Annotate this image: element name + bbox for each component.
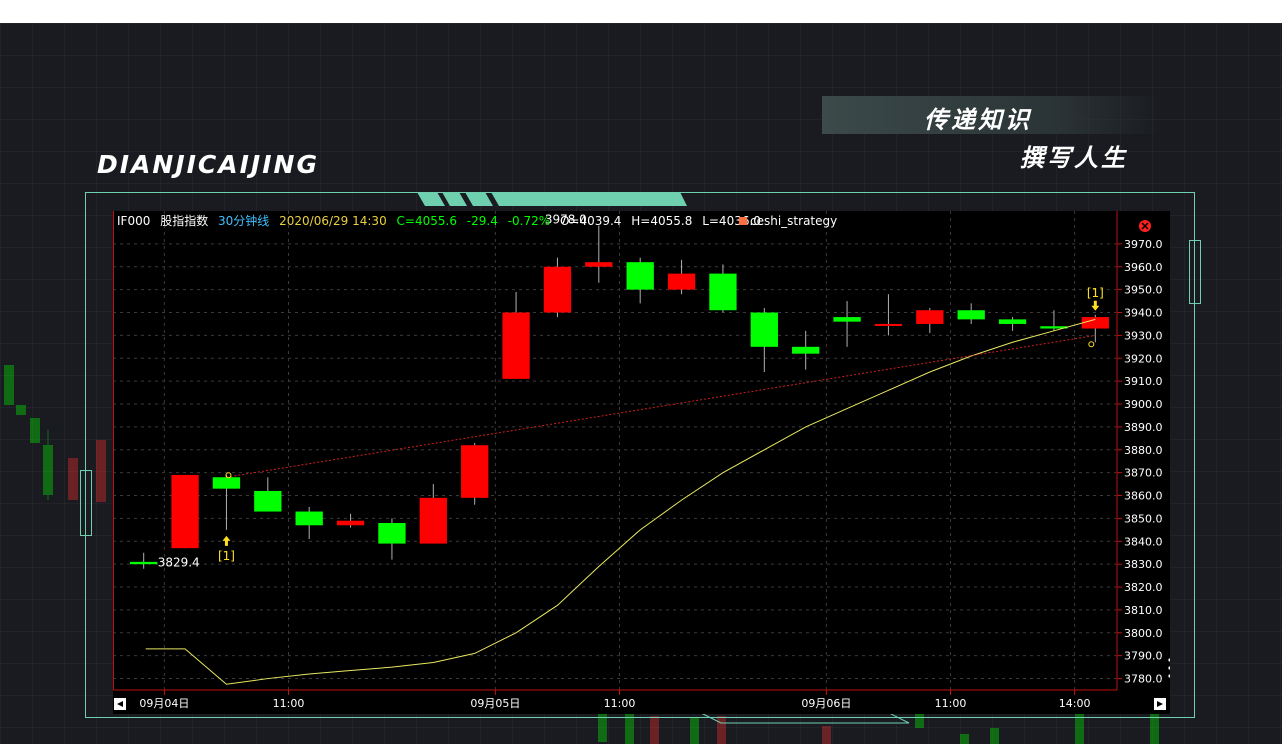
left-frame-handle <box>80 470 92 536</box>
x-tick-label: 14:00 <box>1059 697 1091 710</box>
y-tick-label: 3790.0 <box>1124 650 1163 663</box>
y-tick-label: 3890.0 <box>1124 421 1163 434</box>
candle-body <box>750 312 778 347</box>
y-tick-label: 3780.0 <box>1124 673 1163 686</box>
price-annotation: 3829.4 <box>158 556 200 570</box>
header-open: O=4039.4 <box>560 214 622 228</box>
strategy-legend-swatch <box>739 217 747 225</box>
y-tick-label: 3900.0 <box>1124 398 1163 411</box>
scroll-left-button[interactable] <box>114 698 126 710</box>
candle-body <box>998 319 1027 324</box>
candle-body <box>254 490 282 512</box>
header-name: 股指指数 <box>160 213 208 228</box>
x-tick-label: 09月06日 <box>801 697 851 710</box>
y-tick-label: 3920.0 <box>1124 352 1163 365</box>
frame-tab-stripes <box>417 192 687 206</box>
y-tick-label: 3970.0 <box>1124 238 1163 251</box>
y-tick-label: 3810.0 <box>1124 604 1163 617</box>
y-tick-label: 3870.0 <box>1124 467 1163 480</box>
candle-body <box>833 317 861 322</box>
y-tick-label: 3830.0 <box>1124 558 1163 571</box>
close-chart-icon[interactable] <box>1139 220 1151 232</box>
candle-body <box>874 323 903 326</box>
candle-body <box>792 346 820 354</box>
candle-body <box>585 262 613 267</box>
candle-body <box>295 511 323 526</box>
y-tick-label: 3820.0 <box>1124 581 1163 594</box>
candle-body <box>543 266 572 313</box>
header-symbol: IF000 <box>117 214 150 228</box>
y-tick-label: 3950.0 <box>1124 284 1163 297</box>
y-tick-label: 3940.0 <box>1124 307 1163 320</box>
candle-body <box>171 474 199 549</box>
x-tick-label: 11:00 <box>935 697 967 710</box>
header-change-pct: -0.72% <box>508 214 550 228</box>
right-frame-handle <box>1189 240 1201 304</box>
header-close: C=4055.6 <box>397 214 457 228</box>
candlestick-chart: 3780.0 3790.0 3800.0 3810.0 3820.0 3830.0 3840… <box>113 211 1170 714</box>
candle-body <box>957 310 985 320</box>
y-tick-label: 3930.0 <box>1124 329 1163 342</box>
header-datetime: 2020/06/29 14:30 <box>279 214 387 228</box>
candle-body <box>336 520 365 526</box>
y-tick-label: 3860.0 <box>1124 490 1163 503</box>
candle-body <box>502 312 530 379</box>
buy-signal-label: [1] <box>218 549 235 563</box>
sell-signal-label: [1] <box>1087 286 1104 300</box>
y-tick-label: 3840.0 <box>1124 535 1163 548</box>
slogan-line-1: 传递知识 <box>924 106 1032 134</box>
header-change: -29.4 <box>467 214 498 228</box>
y-tick-label: 3880.0 <box>1124 444 1163 457</box>
y-tick-label: 3960.0 <box>1124 261 1163 274</box>
brand-title: DIANJICAIJING <box>97 150 319 179</box>
y-tick-label: 3910.0 <box>1124 375 1163 388</box>
candle-body <box>1081 317 1109 329</box>
candle-body <box>709 273 737 311</box>
candle-body <box>212 477 241 489</box>
slogan-line-2: 撰写人生 <box>1020 144 1128 172</box>
x-tick-label: 11:00 <box>273 697 305 710</box>
x-tick-label: 09月05日 <box>470 697 520 710</box>
candle-body <box>130 561 158 565</box>
y-tick-label: 3800.0 <box>1124 627 1163 640</box>
candle-body <box>626 262 654 290</box>
candle-body <box>667 273 696 290</box>
header-high: H=4055.8 <box>631 214 692 228</box>
candle-body <box>916 310 944 324</box>
x-tick-label: 09月04日 <box>139 697 189 710</box>
scroll-right-button[interactable] <box>1154 698 1166 710</box>
y-tick-label: 3850.0 <box>1124 512 1163 525</box>
x-tick-label: 11:00 <box>604 697 636 710</box>
candle-body <box>419 497 447 544</box>
candle-body <box>461 445 489 498</box>
strategy-legend-label: ceshi_strategy <box>750 214 837 228</box>
header-period: 30分钟线 <box>218 213 269 228</box>
candle-body <box>378 522 406 544</box>
